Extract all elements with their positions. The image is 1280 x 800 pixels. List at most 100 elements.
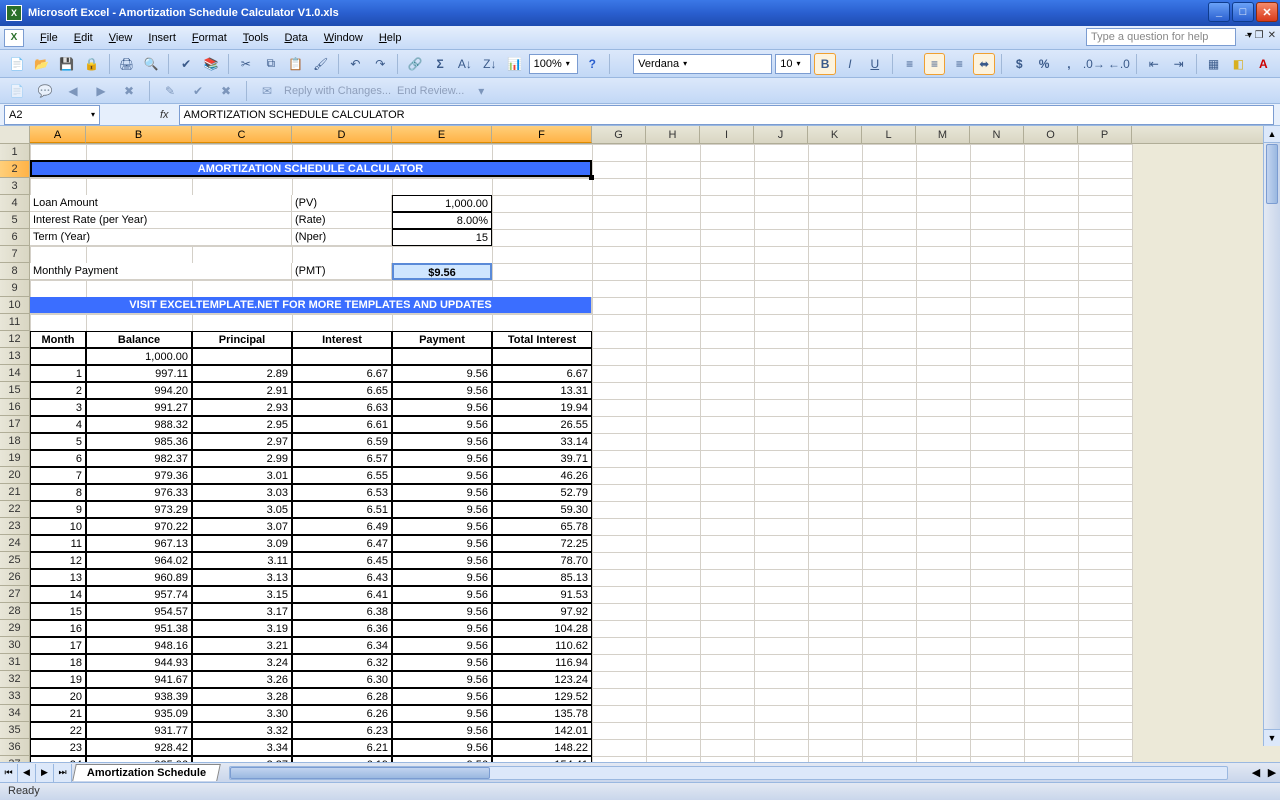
- tab-nav-next[interactable]: ▶: [36, 764, 54, 782]
- cell-E15[interactable]: 9.56: [392, 382, 492, 399]
- horizontal-scroll-thumb[interactable]: [230, 767, 490, 779]
- cell-C30[interactable]: 3.21: [192, 637, 292, 654]
- row-header-20[interactable]: 20: [0, 467, 30, 484]
- cell-C34[interactable]: 3.30: [192, 705, 292, 722]
- col-header-H[interactable]: H: [646, 126, 700, 143]
- cell-A36[interactable]: 23: [30, 739, 86, 756]
- cell-E5[interactable]: 8.00%: [392, 212, 492, 229]
- col-header-A[interactable]: A: [30, 126, 86, 143]
- cell-D34[interactable]: 6.26: [292, 705, 392, 722]
- cell-E14[interactable]: 9.56: [392, 365, 492, 382]
- cell-B12[interactable]: Balance: [86, 331, 192, 348]
- horizontal-scrollbar[interactable]: [229, 766, 1228, 780]
- tab-nav-last[interactable]: ⏭: [54, 764, 72, 782]
- cell-B25[interactable]: 964.02: [86, 552, 192, 569]
- cell-F13[interactable]: [492, 348, 592, 365]
- col-header-P[interactable]: P: [1078, 126, 1132, 143]
- cut-button[interactable]: ✂: [235, 53, 257, 75]
- cell-C13[interactable]: [192, 348, 292, 365]
- cell-E24[interactable]: 9.56: [392, 535, 492, 552]
- row-header-30[interactable]: 30: [0, 637, 30, 654]
- help-button[interactable]: ?: [581, 53, 603, 75]
- new-comment-button[interactable]: 📄: [6, 80, 28, 102]
- cell-E35[interactable]: 9.56: [392, 722, 492, 739]
- autosum-button[interactable]: Σ: [429, 53, 451, 75]
- menu-window[interactable]: Window: [316, 29, 371, 47]
- cell-F31[interactable]: 116.94: [492, 654, 592, 671]
- col-header-G[interactable]: G: [592, 126, 646, 143]
- cell-A35[interactable]: 22: [30, 722, 86, 739]
- cell-A15[interactable]: 2: [30, 382, 86, 399]
- row-header-18[interactable]: 18: [0, 433, 30, 450]
- cell-C23[interactable]: 3.07: [192, 518, 292, 535]
- cell-F30[interactable]: 110.62: [492, 637, 592, 654]
- cell-A24[interactable]: 11: [30, 535, 86, 552]
- scroll-left-button[interactable]: ◀: [1248, 766, 1264, 779]
- cell-D12[interactable]: Interest: [292, 331, 392, 348]
- row-header-7[interactable]: 7: [0, 246, 30, 263]
- cell-D25[interactable]: 6.45: [292, 552, 392, 569]
- cell-A12[interactable]: Month: [30, 331, 86, 348]
- cell-C28[interactable]: 3.17: [192, 603, 292, 620]
- col-header-L[interactable]: L: [862, 126, 916, 143]
- chart-wizard-button[interactable]: 📊: [504, 53, 526, 75]
- cell-D13[interactable]: [292, 348, 392, 365]
- row-header-26[interactable]: 26: [0, 569, 30, 586]
- menu-edit[interactable]: Edit: [66, 29, 101, 47]
- cell-B15[interactable]: 994.20: [86, 382, 192, 399]
- cell-E13[interactable]: [392, 348, 492, 365]
- row-header-2[interactable]: 2: [0, 161, 30, 178]
- row-header-16[interactable]: 16: [0, 399, 30, 416]
- col-header-D[interactable]: D: [292, 126, 392, 143]
- row-header-36[interactable]: 36: [0, 739, 30, 756]
- cell-B16[interactable]: 991.27: [86, 399, 192, 416]
- undo-button[interactable]: ↶: [345, 53, 367, 75]
- cell-C12[interactable]: Principal: [192, 331, 292, 348]
- col-header-C[interactable]: C: [192, 126, 292, 143]
- cell-F28[interactable]: 97.92: [492, 603, 592, 620]
- row-header-22[interactable]: 22: [0, 501, 30, 518]
- formula-input[interactable]: AMORTIZATION SCHEDULE CALCULATOR: [179, 105, 1274, 125]
- bold-button[interactable]: B: [814, 53, 836, 75]
- cell-D27[interactable]: 6.41: [292, 586, 392, 603]
- cell-F19[interactable]: 39.71: [492, 450, 592, 467]
- new-button[interactable]: 📄: [6, 53, 28, 75]
- cell-A10[interactable]: VISIT EXCELTEMPLATE.NET FOR MORE TEMPLAT…: [30, 297, 592, 314]
- cell-F35[interactable]: 142.01: [492, 722, 592, 739]
- row-header-28[interactable]: 28: [0, 603, 30, 620]
- cell-E30[interactable]: 9.56: [392, 637, 492, 654]
- close-button[interactable]: ✕: [1256, 2, 1278, 22]
- row-header-29[interactable]: 29: [0, 620, 30, 637]
- cell-C36[interactable]: 3.34: [192, 739, 292, 756]
- cell-E25[interactable]: 9.56: [392, 552, 492, 569]
- print-button[interactable]: 🖨: [116, 53, 138, 75]
- prev-comment-button[interactable]: ◀: [62, 80, 84, 102]
- menu-view[interactable]: View: [101, 29, 141, 47]
- cell-D29[interactable]: 6.36: [292, 620, 392, 637]
- cell-A20[interactable]: 7: [30, 467, 86, 484]
- row-header-23[interactable]: 23: [0, 518, 30, 535]
- cell-A8[interactable]: Monthly Payment: [30, 263, 292, 280]
- tab-nav-first[interactable]: ⏮: [0, 764, 18, 782]
- cell-B30[interactable]: 948.16: [86, 637, 192, 654]
- font-color-button[interactable]: A: [1252, 53, 1274, 75]
- menu-data[interactable]: Data: [276, 29, 315, 47]
- print-preview-button[interactable]: 🔍: [140, 53, 162, 75]
- cell-C14[interactable]: 2.89: [192, 365, 292, 382]
- help-search-input[interactable]: Type a question for help: [1086, 28, 1236, 46]
- reject-change-button[interactable]: ✖: [215, 80, 237, 102]
- doc-close-button[interactable]: ✕: [1268, 30, 1276, 41]
- row-header-31[interactable]: 31: [0, 654, 30, 671]
- row-header-11[interactable]: 11: [0, 314, 30, 331]
- cell-D4[interactable]: (PV): [292, 195, 392, 212]
- cell-A25[interactable]: 12: [30, 552, 86, 569]
- cell-E21[interactable]: 9.56: [392, 484, 492, 501]
- cell-F33[interactable]: 129.52: [492, 688, 592, 705]
- cell-E23[interactable]: 9.56: [392, 518, 492, 535]
- font-size-dropdown[interactable]: 10▾: [775, 54, 811, 74]
- cell-A32[interactable]: 19: [30, 671, 86, 688]
- open-button[interactable]: 📂: [31, 53, 53, 75]
- row-header-6[interactable]: 6: [0, 229, 30, 246]
- cell-E6[interactable]: 15: [392, 229, 492, 246]
- cell-C17[interactable]: 2.95: [192, 416, 292, 433]
